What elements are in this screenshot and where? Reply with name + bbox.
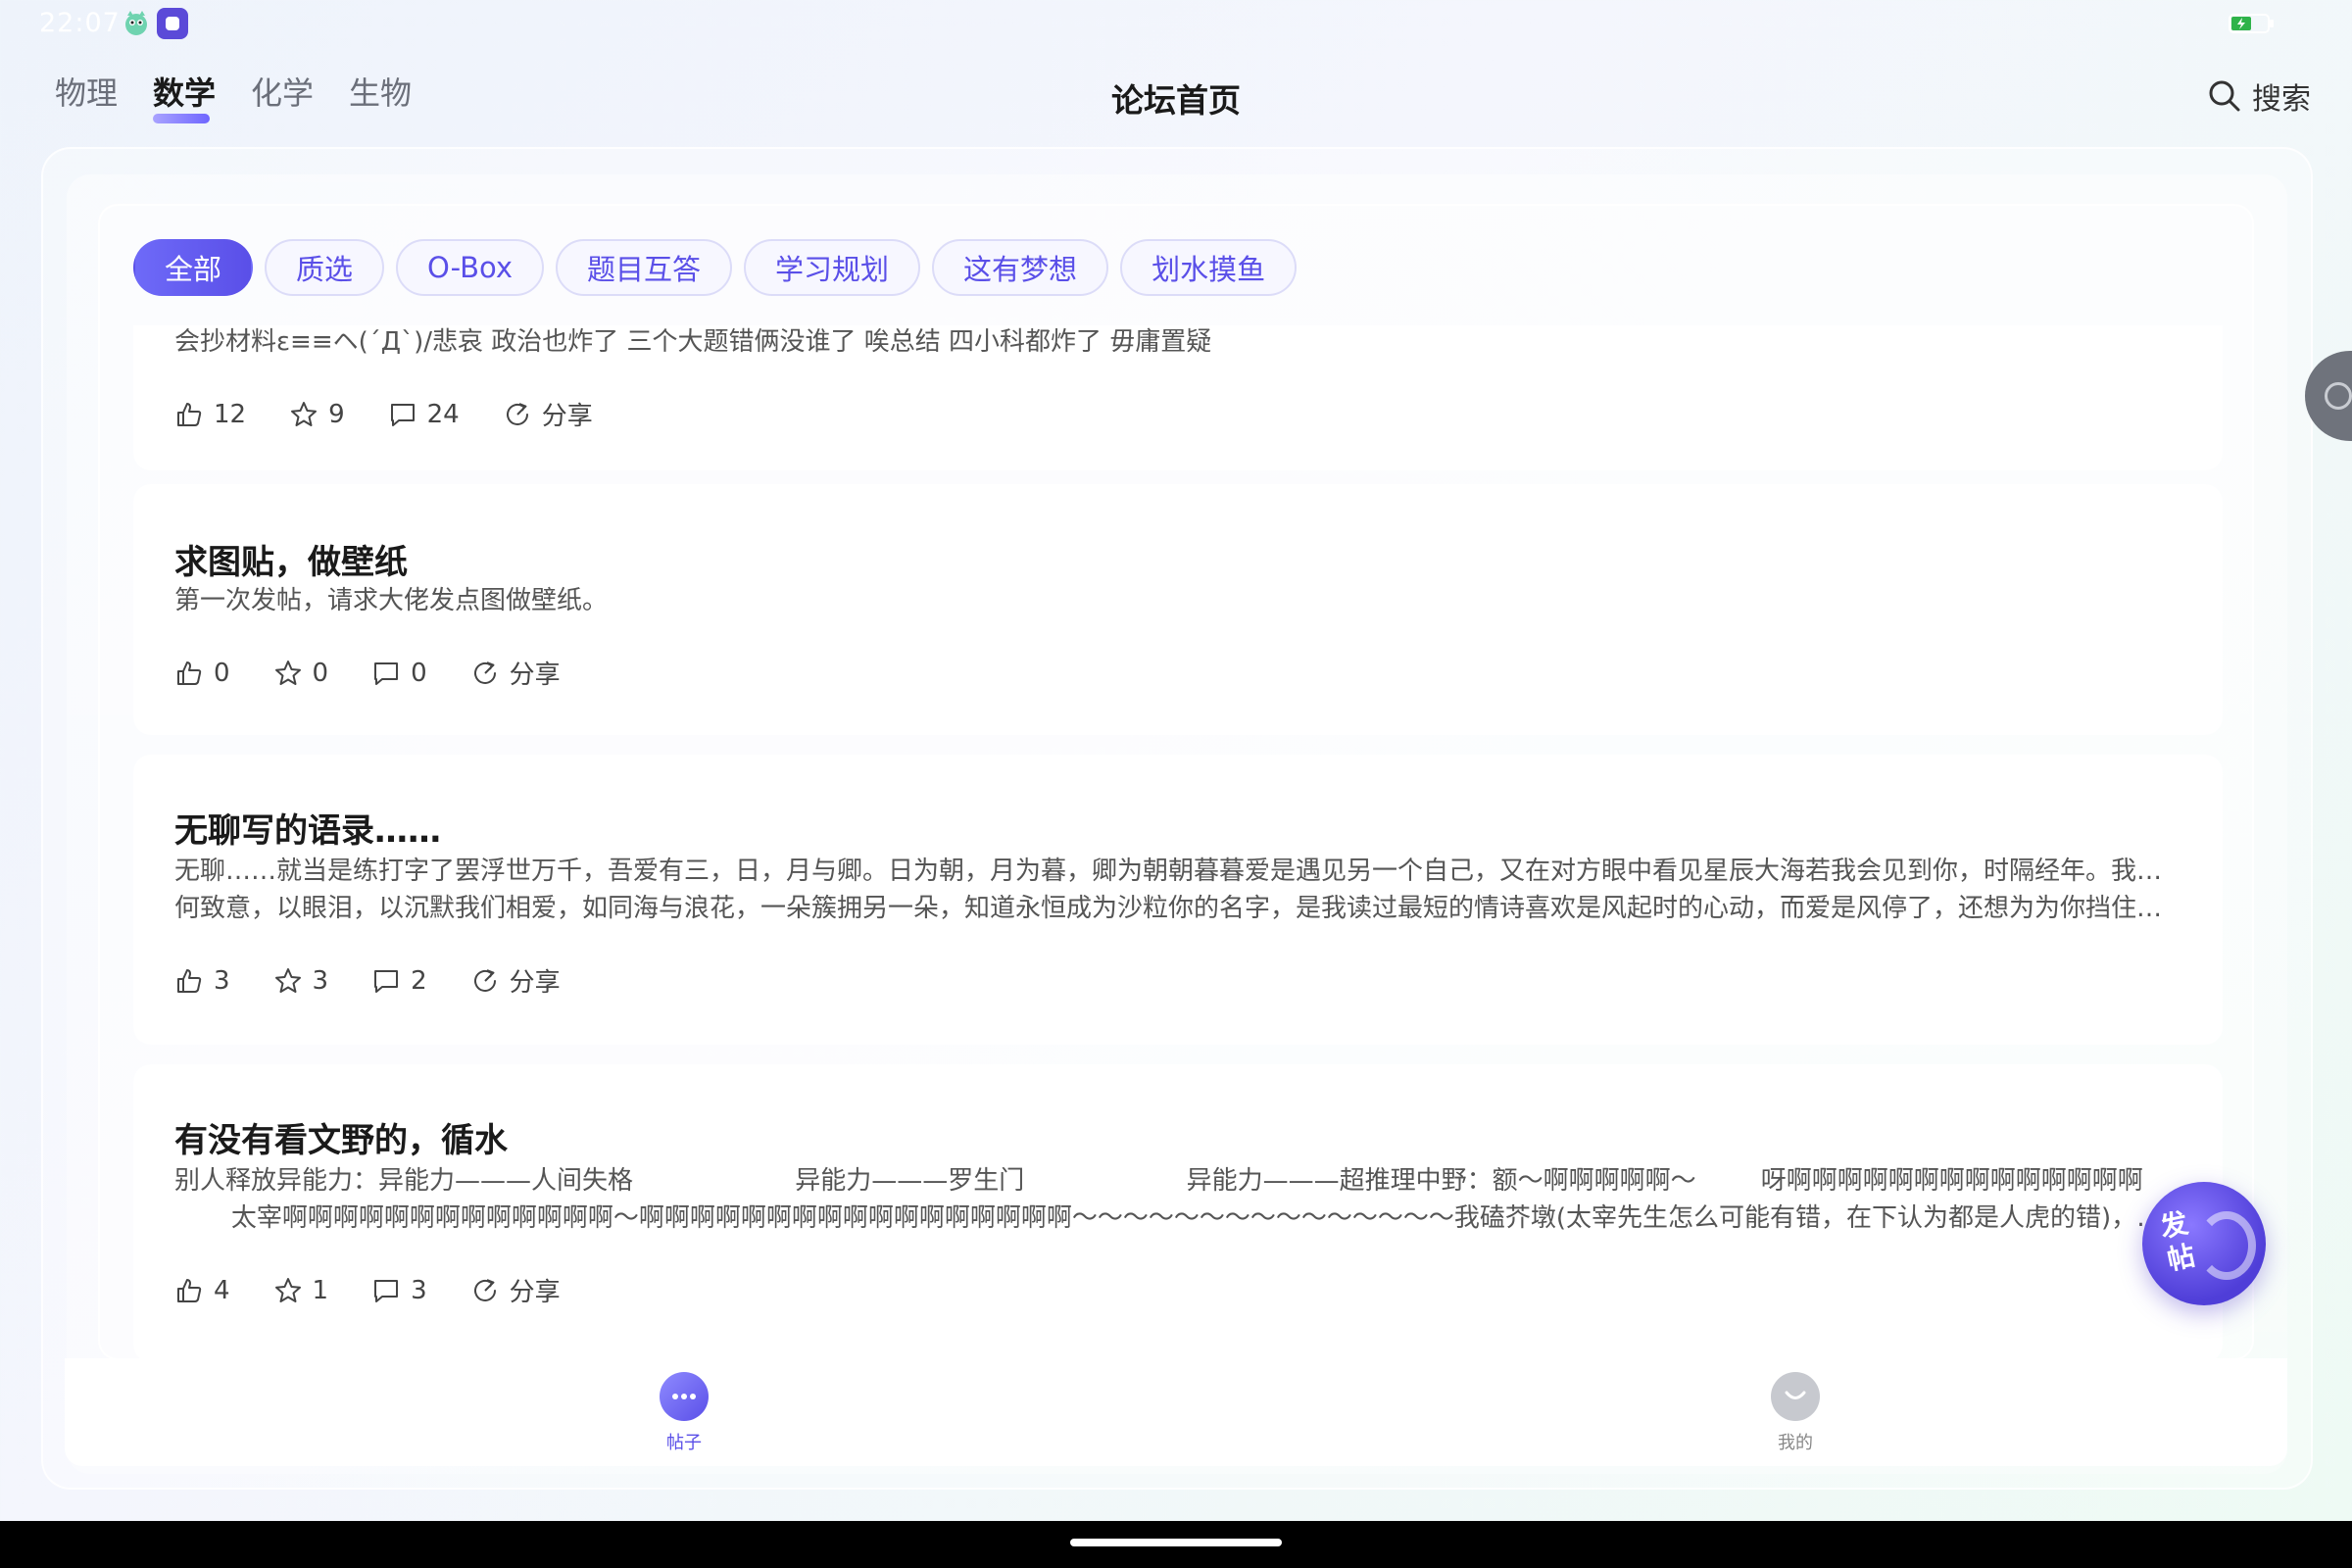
- post-body: 无聊……就当是练打字了罢浮世万千，吾爱有三，日，月与卿。日为朝，月为暮，卿为朝朝…: [174, 857, 2183, 923]
- share-icon: [473, 968, 496, 992]
- star-icon: [274, 660, 301, 685]
- tab-biology[interactable]: 生物: [349, 69, 447, 114]
- post-actions: 12 9 24 分享: [174, 396, 593, 432]
- nav-posts-label: 帖子: [666, 1433, 702, 1453]
- star-icon: [274, 967, 301, 993]
- battery-icon: [2229, 14, 2274, 33]
- app-icon-mascot: [125, 11, 147, 35]
- share-button[interactable]: 分享: [470, 962, 561, 999]
- create-post-button[interactable]: 发帖: [2142, 1182, 2266, 1305]
- thumb-up-icon: [177, 661, 202, 685]
- star-icon: [274, 1277, 301, 1302]
- post-title: 无聊写的语录……: [174, 811, 441, 851]
- search-button[interactable]: 搜索: [2207, 74, 2311, 118]
- post-card[interactable]: 有没有看文野的，循水 别人释放异能力：异能力———人间失格 异能力———罗生门 …: [133, 1064, 2223, 1358]
- star-button[interactable]: 9: [289, 400, 345, 429]
- chip-featured[interactable]: 质选: [265, 239, 385, 296]
- post-actions: 3 3 2 分享: [174, 962, 561, 999]
- post-card[interactable]: 无聊写的语录…… 无聊……就当是练打字了罢浮世万千，吾爱有三，日，月与卿。日为朝…: [133, 755, 2223, 1045]
- tab-physics[interactable]: 物理: [55, 69, 153, 114]
- app-icon-video: [157, 8, 188, 39]
- comment-button[interactable]: 2: [371, 966, 427, 996]
- share-icon: [506, 402, 528, 425]
- share-icon: [473, 1278, 496, 1301]
- post-actions: 0 0 0 分享: [174, 655, 561, 691]
- post-body: 第一次发帖，请求大佬发点图做壁纸。: [174, 586, 609, 615]
- post-title: 有没有看文野的，循水: [174, 1121, 508, 1160]
- post-body: 别人释放异能力：异能力———人间失格 异能力———罗生门 异能力———超推理中野…: [174, 1166, 2183, 1233]
- comment-icon: [390, 403, 415, 426]
- subject-tabs: 物理 数学 化学 生物: [55, 69, 447, 123]
- status-bar: 22:07: [0, 0, 2352, 47]
- like-button[interactable]: 4: [174, 1276, 230, 1305]
- bottom-nav: 帖子 我的: [65, 1358, 2287, 1466]
- share-button[interactable]: 分享: [470, 655, 561, 691]
- like-button[interactable]: 3: [174, 966, 230, 996]
- chip-off-topic[interactable]: 划水摸鱼: [1120, 239, 1298, 296]
- thumb-up-icon: [177, 402, 202, 426]
- create-post-label: 发帖: [2157, 1206, 2198, 1277]
- tab-chemistry[interactable]: 化学: [251, 69, 349, 114]
- chip-qa[interactable]: 题目互答: [556, 239, 733, 296]
- post-feed[interactable]: 会抄材料ε≡≡ヘ(´Д`)/悲哀 政治也炸了 三个大题错俩没谁了 唉总结 四小科…: [133, 325, 2223, 1358]
- star-button[interactable]: 1: [273, 1276, 328, 1305]
- share-icon: [473, 661, 496, 684]
- comment-icon: [374, 662, 399, 685]
- share-button[interactable]: 分享: [503, 396, 593, 432]
- nav-mine[interactable]: 我的: [1737, 1372, 1854, 1454]
- status-time: 22:07: [39, 8, 121, 38]
- post-card[interactable]: 求图贴，做壁纸 第一次发帖，请求大佬发点图做壁纸。 0 0 0 分享: [133, 484, 2223, 735]
- comment-icon: [374, 1279, 399, 1302]
- home-indicator[interactable]: [1070, 1539, 1282, 1546]
- comment-button[interactable]: 24: [388, 400, 460, 429]
- post-actions: 4 1 3 分享: [174, 1272, 561, 1308]
- post-body: 会抄材料ε≡≡ヘ(´Д`)/悲哀 政治也炸了 三个大题错俩没谁了 唉总结 四小科…: [174, 327, 1212, 357]
- comment-icon: [374, 969, 399, 993]
- like-button[interactable]: 12: [174, 400, 246, 429]
- chat-bubble-icon: [660, 1372, 709, 1421]
- forum-content: 全部 质选 O-Box 题目互答 学习规划 这有梦想 划水摸鱼 会抄材料ε≡≡ヘ…: [98, 204, 2254, 1360]
- star-button[interactable]: 3: [273, 966, 328, 996]
- nav-mine-label: 我的: [1778, 1433, 1813, 1453]
- profile-icon: [1771, 1372, 1820, 1421]
- tab-math[interactable]: 数学: [153, 69, 251, 123]
- chip-obox[interactable]: O-Box: [396, 239, 545, 296]
- post-title: 求图贴，做壁纸: [174, 543, 408, 582]
- category-chips: 全部 质选 O-Box 题目互答 学习规划 这有梦想 划水摸鱼: [133, 239, 1298, 296]
- post-card[interactable]: 会抄材料ε≡≡ヘ(´Д`)/悲哀 政治也炸了 三个大题错俩没谁了 唉总结 四小科…: [133, 325, 2223, 470]
- chip-all[interactable]: 全部: [133, 239, 254, 296]
- chip-study-plan[interactable]: 学习规划: [744, 239, 921, 296]
- like-button[interactable]: 0: [174, 659, 230, 688]
- star-button[interactable]: 0: [273, 659, 328, 688]
- active-tab-underline: [153, 114, 210, 123]
- comment-button[interactable]: 0: [371, 659, 427, 688]
- chip-dreams[interactable]: 这有梦想: [932, 239, 1109, 296]
- nav-posts[interactable]: 帖子: [625, 1372, 743, 1454]
- thumb-up-icon: [177, 1278, 202, 1302]
- thumb-up-icon: [177, 968, 202, 993]
- search-label: 搜索: [2252, 82, 2311, 117]
- system-nav-bar: [0, 1521, 2352, 1568]
- share-button[interactable]: 分享: [470, 1272, 561, 1308]
- search-icon: [2209, 80, 2240, 112]
- comment-button[interactable]: 3: [371, 1276, 427, 1305]
- page-title: 论坛首页: [1111, 81, 1241, 120]
- star-icon: [291, 401, 318, 426]
